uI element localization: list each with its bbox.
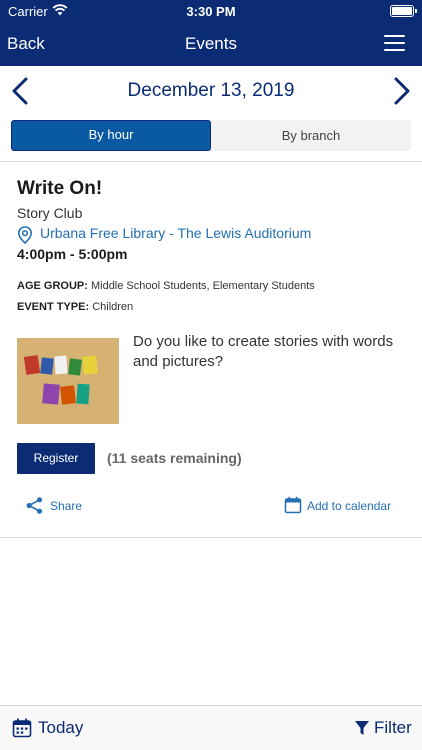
share-label: Share: [50, 499, 83, 513]
segment-by-hour[interactable]: By hour: [11, 120, 211, 151]
calendar-icon: [12, 718, 32, 738]
menu-icon[interactable]: [384, 35, 405, 51]
view-mode-segmented-control: By hour By branch: [11, 120, 411, 151]
status-bar: Carrier 3:30 PM: [0, 0, 422, 22]
navigation-bar: Back Events: [0, 22, 422, 66]
age-group-label: AGE GROUP:: [17, 280, 88, 292]
bottom-toolbar: Today Filter: [0, 705, 422, 750]
divider: [0, 161, 422, 162]
event-subtitle: Story Club: [17, 205, 83, 221]
event-title: Write On!: [17, 178, 103, 199]
date-header: December 13, 2019: [0, 66, 422, 116]
event-time: 4:00pm - 5:00pm: [17, 246, 128, 262]
event-type-value: Children: [92, 301, 134, 313]
share-icon: [26, 497, 43, 514]
funnel-icon: [355, 721, 369, 735]
event-type-row: EVENT TYPE: Children: [17, 301, 133, 313]
top-bar: Carrier 3:30 PM Back Events: [0, 0, 422, 66]
register-button[interactable]: Register: [17, 443, 95, 474]
battery-icon: [390, 5, 417, 17]
event-type-label: EVENT TYPE:: [17, 301, 90, 313]
age-group-row: AGE GROUP: Middle School Students, Eleme…: [17, 280, 315, 292]
location-pin-icon: [17, 226, 33, 244]
age-group-value: Middle School Students, Elementary Stude…: [90, 280, 315, 292]
seats-remaining: (11 seats remaining): [107, 450, 242, 466]
event-thumbnail-image: [17, 338, 119, 424]
current-date: December 13, 2019: [127, 80, 295, 101]
segment-by-branch[interactable]: By branch: [211, 120, 411, 151]
add-to-calendar-label: Add to calendar: [307, 499, 392, 513]
chevron-right-icon[interactable]: [390, 76, 414, 106]
divider: [0, 537, 422, 538]
filter-label: Filter: [374, 718, 412, 737]
calendar-icon: [284, 496, 302, 514]
page-title: Events: [185, 34, 237, 53]
status-time: 3:30 PM: [186, 4, 236, 19]
today-label: Today: [38, 718, 84, 737]
event-location: Urbana Free Library - The Lewis Auditori…: [40, 225, 312, 241]
event-description: Do you like to create stories with words…: [133, 333, 394, 370]
